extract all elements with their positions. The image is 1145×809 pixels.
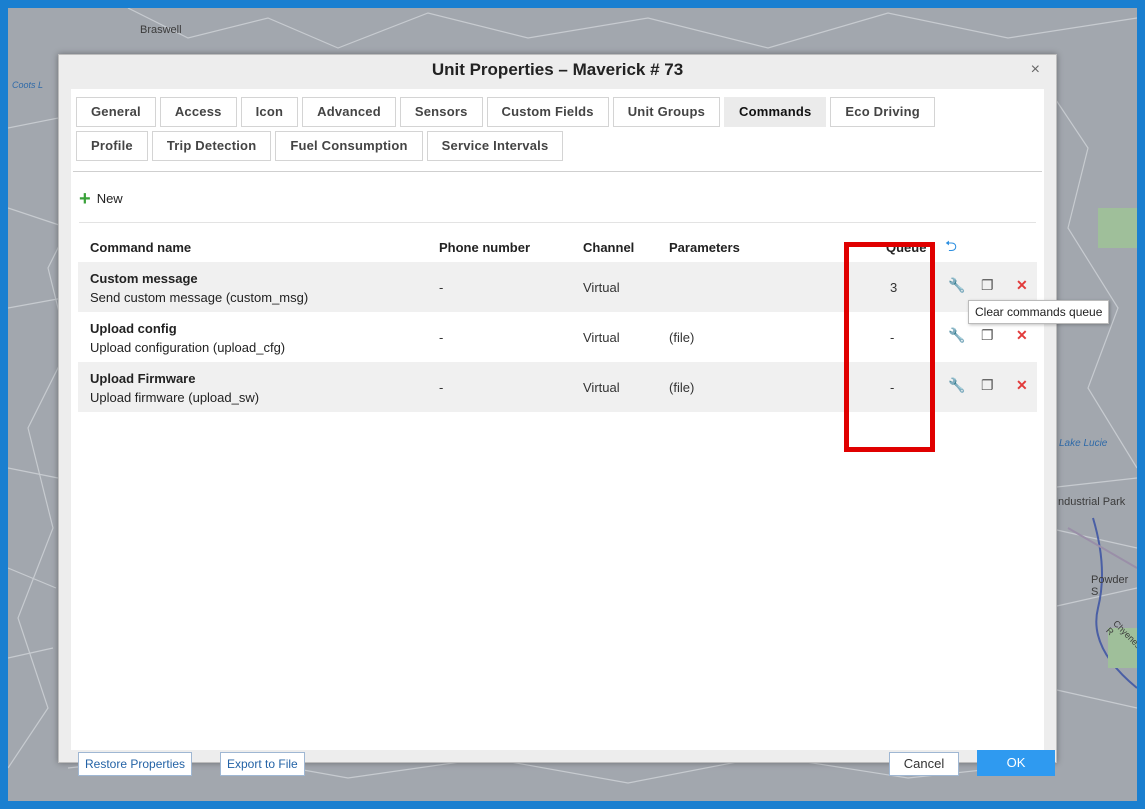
tab-advanced[interactable]: Advanced [302, 97, 396, 127]
command-description: Upload firmware (upload_sw) [90, 390, 260, 405]
tab-sensors[interactable]: Sensors [399, 97, 483, 127]
map-label-powder: Powder S [1091, 574, 1129, 598]
command-name: Custom message [90, 271, 198, 286]
tab-unit-groups[interactable]: Unit Groups [612, 97, 721, 127]
header-parameters[interactable]: Parameters [669, 240, 740, 255]
tabs-row-2: Profile Trip Detection Fuel Consumption … [76, 131, 564, 161]
map-label-lake-lucie: Lake Lucie [1059, 438, 1108, 449]
parameters-cell: (file) [669, 380, 695, 395]
tab-commands[interactable]: Commands [724, 97, 827, 127]
map-label-braswell: Braswell [140, 24, 182, 36]
copy-icon[interactable]: ❐ [981, 327, 994, 344]
command-description: Upload configuration (upload_cfg) [90, 340, 286, 355]
close-icon[interactable]: × [1031, 61, 1040, 79]
channel-cell: Virtual [583, 380, 620, 395]
wrench-icon[interactable]: 🔧 [948, 327, 965, 344]
clear-queue-undo-icon[interactable]: ⮌ [945, 236, 957, 261]
clear-queue-tooltip: Clear commands queue [968, 300, 1110, 324]
cancel-button[interactable]: Cancel [889, 752, 959, 776]
delete-icon[interactable]: ✕ [1016, 277, 1028, 294]
header-phone-number[interactable]: Phone number [439, 240, 530, 255]
tab-custom-fields[interactable]: Custom Fields [486, 97, 609, 127]
map-label-industrial-park: Industrial Park [1055, 496, 1126, 508]
command-name: Upload Firmware [90, 371, 196, 386]
ok-button[interactable]: OK [977, 750, 1055, 776]
delete-icon[interactable]: ✕ [1016, 327, 1028, 344]
tabs-row-1: General Access Icon Advanced Sensors Cus… [76, 97, 935, 127]
tab-icon[interactable]: Icon [240, 97, 299, 127]
unit-properties-dialog: Unit Properties – Maverick # 73 × Genera… [58, 54, 1110, 776]
header-channel[interactable]: Channel [583, 240, 634, 255]
copy-icon[interactable]: ❐ [981, 277, 994, 294]
channel-cell: Virtual [583, 330, 620, 345]
wrench-icon[interactable]: 🔧 [948, 277, 965, 294]
copy-icon[interactable]: ❐ [981, 377, 994, 394]
dialog-title: Unit Properties – Maverick # 73 [431, 60, 684, 79]
new-button-label: New [96, 191, 123, 206]
screen-frame: Braswell Coots L Lake Lucie Industrial P… [8, 8, 1137, 801]
tab-eco-driving[interactable]: Eco Driving [830, 97, 935, 127]
phone-number-cell: - [439, 330, 444, 345]
delete-icon[interactable]: ✕ [1016, 377, 1028, 394]
dialog-body: General Access Icon Advanced Sensors Cus… [71, 89, 1110, 776]
tab-service-intervals[interactable]: Service Intervals [426, 131, 564, 161]
tabs-divider [73, 171, 1042, 172]
tab-fuel-consumption[interactable]: Fuel Consumption [275, 131, 423, 161]
channel-cell: Virtual [583, 280, 620, 295]
tab-trip-detection[interactable]: Trip Detection [151, 131, 272, 161]
tab-general[interactable]: General [76, 97, 156, 127]
phone-number-cell: - [439, 280, 444, 295]
phone-number-cell: - [439, 380, 444, 395]
new-command-button[interactable]: + New [79, 189, 123, 209]
plus-icon: + [79, 188, 91, 210]
wrench-icon[interactable]: 🔧 [948, 377, 965, 394]
command-description: Send custom message (custom_msg) [90, 290, 309, 305]
export-to-file-button[interactable]: Export to File [220, 752, 305, 776]
header-command-name[interactable]: Command name [90, 240, 191, 255]
parameters-cell: (file) [669, 330, 695, 345]
tab-profile[interactable]: Profile [76, 131, 148, 161]
map-label-coots: Coots L [12, 80, 44, 90]
restore-properties-button[interactable]: Restore Properties [78, 752, 193, 776]
command-name: Upload config [90, 321, 177, 336]
toolbar-divider [79, 222, 1036, 223]
tab-access[interactable]: Access [159, 97, 237, 127]
queue-highlight-box [844, 242, 935, 452]
